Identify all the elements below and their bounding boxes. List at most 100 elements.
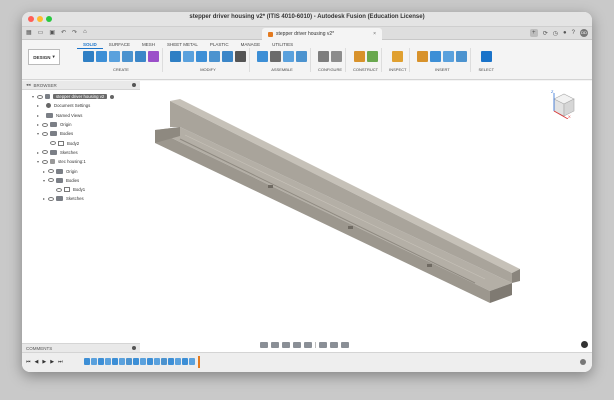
joint-icon[interactable] [270, 50, 281, 62]
panel-pin-icon[interactable] [132, 346, 136, 350]
grid-icon[interactable]: ▦ [26, 29, 32, 36]
user-avatar[interactable]: DD [580, 29, 588, 37]
tree-item-sketches[interactable]: ▸ Sketches [22, 148, 140, 157]
timeline-play-icon[interactable]: ▶ [42, 359, 46, 365]
form-icon[interactable] [148, 50, 159, 62]
clock-icon[interactable]: ◷ [553, 30, 558, 37]
group-label-select[interactable]: SELECT [478, 67, 494, 72]
comments-panel[interactable]: COMMENTS [22, 343, 140, 352]
insert-image-icon[interactable] [456, 50, 468, 62]
insert-derive-icon[interactable] [417, 50, 429, 62]
model-wall-face[interactable] [170, 101, 512, 283]
display-settings-icon[interactable] [319, 342, 327, 348]
feature-extrude-icon[interactable] [175, 358, 181, 365]
motion-link-icon[interactable] [296, 50, 307, 62]
feature-sketch-icon[interactable] [98, 358, 104, 365]
close-tab-icon[interactable]: × [373, 31, 376, 37]
tree-item-body1[interactable]: Body1 [22, 185, 140, 194]
create-sketch-icon[interactable] [83, 50, 94, 62]
collapse-icon[interactable]: ◂◂ [26, 82, 31, 88]
model-wall-top[interactable] [170, 99, 520, 273]
shell-icon[interactable] [209, 50, 220, 62]
feature-sketch-icon[interactable] [84, 358, 90, 365]
feature-pattern-icon[interactable] [161, 358, 167, 365]
visibility-icon[interactable] [42, 122, 48, 127]
group-label-insert[interactable]: INSERT [435, 67, 450, 72]
tree-item-named-views[interactable]: ▸ Named Views [22, 111, 140, 120]
as-built-joint-icon[interactable] [283, 50, 294, 62]
insert-svg-icon[interactable] [443, 50, 455, 62]
feature-extrude-icon[interactable] [91, 358, 97, 365]
visibility-icon[interactable] [37, 94, 43, 99]
gear-icon[interactable] [580, 359, 586, 365]
grid-settings-icon[interactable] [330, 342, 338, 348]
orbit-icon[interactable] [260, 342, 268, 348]
combine-icon[interactable] [222, 50, 233, 62]
zoom-icon[interactable] [293, 342, 301, 348]
model-base-front[interactable] [155, 130, 490, 303]
help-icon[interactable] [581, 341, 588, 348]
measure-icon[interactable] [392, 50, 404, 62]
group-label-create[interactable]: CREATE [113, 67, 129, 72]
move-icon[interactable] [235, 50, 246, 62]
feature-extrude-icon[interactable] [154, 358, 160, 365]
fillet-icon[interactable] [183, 50, 194, 62]
configure-icon[interactable] [318, 50, 329, 62]
document-tab[interactable]: stepper driver housing v2* × [262, 28, 382, 40]
feature-fillet-icon[interactable] [126, 358, 132, 365]
tree-item-bodies[interactable]: ▾ Bodies [22, 129, 140, 138]
hole-icon[interactable] [122, 50, 133, 62]
feature-extrude-icon[interactable] [105, 358, 111, 365]
home-icon[interactable]: ⌂ [83, 29, 87, 36]
tree-item-component-origin[interactable]: ▸ Origin [22, 166, 140, 175]
visibility-icon[interactable] [48, 178, 54, 183]
model-canvas[interactable] [140, 81, 592, 352]
group-label-inspect[interactable]: INSPECT [389, 67, 406, 72]
expand-icon[interactable]: ▸ [37, 103, 42, 108]
timeline-start-icon[interactable]: ⏮ [26, 359, 31, 365]
refresh-icon[interactable]: ⟳ [543, 30, 548, 37]
timeline-end-icon[interactable]: ⏭ [58, 359, 63, 365]
insert-mesh-icon[interactable] [430, 50, 442, 62]
visibility-icon[interactable] [42, 150, 48, 155]
visibility-icon[interactable] [42, 131, 48, 136]
panel-pin-icon[interactable] [132, 83, 136, 87]
expand-icon[interactable]: ▸ [37, 113, 42, 118]
feature-sketch-icon[interactable] [182, 358, 188, 365]
timeline-forward-icon[interactable]: ▶ [50, 359, 54, 365]
select-icon[interactable] [480, 50, 492, 62]
visibility-icon[interactable] [48, 196, 54, 201]
feature-extrude-icon[interactable] [140, 358, 146, 365]
group-label-modify[interactable]: MODIFY [200, 67, 216, 72]
chamfer-icon[interactable] [196, 50, 207, 62]
group-label-assemble[interactable]: ASSEMBLE [271, 67, 293, 72]
visibility-icon[interactable] [50, 141, 56, 146]
new-component-icon[interactable] [257, 50, 268, 62]
browser-header[interactable]: ◂◂ BROWSER [22, 81, 140, 90]
tree-item-component[interactable]: ▾ stec housing:1 [22, 157, 140, 166]
group-label-configure[interactable]: CONFIGURE [318, 67, 342, 72]
feature-sketch-icon[interactable] [147, 358, 153, 365]
revolve-icon[interactable] [109, 50, 120, 62]
tree-item-origin[interactable]: ▸ Origin [22, 120, 140, 129]
pattern-icon[interactable] [135, 50, 146, 62]
tree-item-component-bodies[interactable]: ▾ Bodies [22, 176, 140, 185]
save-icon[interactable]: ▣ [49, 29, 55, 36]
extrude-icon[interactable] [96, 50, 107, 62]
notification-icon[interactable]: ● [563, 30, 567, 36]
timeline-back-icon[interactable]: ◀ [35, 359, 39, 365]
pan-icon[interactable] [282, 342, 290, 348]
file-icon[interactable]: ▭ [38, 29, 44, 36]
new-tab-button[interactable]: + [529, 29, 538, 37]
tree-item-document-settings[interactable]: ▸ Document Settings [22, 101, 140, 110]
undo-icon[interactable]: ↶ [61, 29, 66, 36]
visibility-icon[interactable] [42, 159, 48, 164]
feature-sketch-icon[interactable] [133, 358, 139, 365]
feature-extrude-icon[interactable] [119, 358, 125, 365]
table-icon[interactable] [331, 50, 342, 62]
tree-item-body2[interactable]: Body2 [22, 138, 140, 147]
offset-plane-icon[interactable] [353, 50, 365, 62]
fit-icon[interactable] [304, 342, 312, 348]
feature-extrude-icon[interactable] [189, 358, 195, 365]
press-pull-icon[interactable] [170, 50, 181, 62]
